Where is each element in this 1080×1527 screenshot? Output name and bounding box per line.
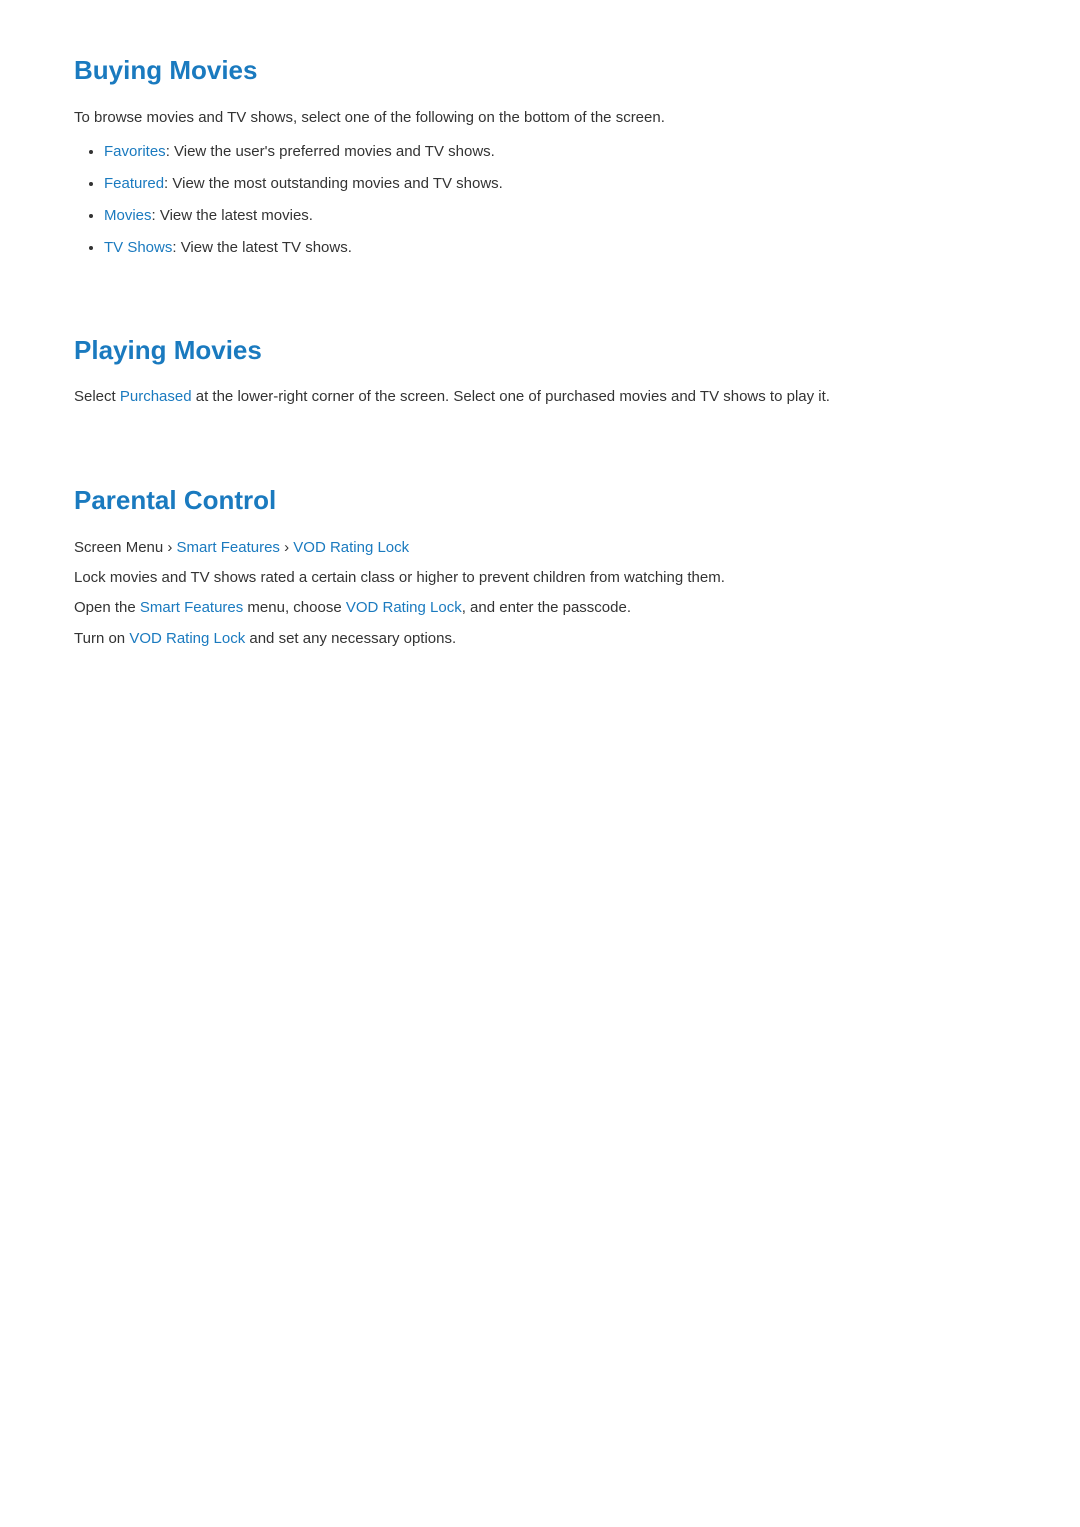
parental-line3: Turn on VOD Rating Lock and set any nece… [74, 627, 1006, 652]
tv-shows-desc: : View the latest TV shows. [172, 239, 352, 256]
line3-suffix: and set any necessary options. [245, 630, 456, 647]
featured-desc: : View the most outstanding movies and T… [164, 175, 503, 192]
playing-movies-section: Playing Movies Select Purchased at the l… [74, 330, 1006, 410]
vod-rating-lock-link[interactable]: VOD Rating Lock [346, 599, 462, 616]
breadcrumb-separator: › [280, 539, 293, 556]
line2-middle: menu, choose [243, 599, 346, 616]
line2-prefix: Open the [74, 599, 140, 616]
favorites-desc: : View the user's preferred movies and T… [166, 143, 495, 160]
breadcrumb: Screen Menu › Smart Features › VOD Ratin… [74, 536, 1006, 560]
spacer-1 [74, 300, 1006, 330]
smart-features-link[interactable]: Smart Features [140, 599, 243, 616]
breadcrumb-prefix: Screen Menu › [74, 539, 177, 556]
list-item: Movies: View the latest movies. [104, 204, 1006, 228]
buying-movies-title: Buying Movies [74, 50, 1006, 92]
buying-movies-intro: To browse movies and TV shows, select on… [74, 106, 1006, 130]
spacer-2 [74, 450, 1006, 480]
purchased-link[interactable]: Purchased [120, 388, 192, 405]
smart-features-breadcrumb-link[interactable]: Smart Features [177, 539, 280, 556]
line3-prefix: Turn on [74, 630, 129, 647]
parental-control-title: Parental Control [74, 480, 1006, 522]
vod-rating-lock-breadcrumb-link[interactable]: VOD Rating Lock [293, 539, 409, 556]
playing-movies-title: Playing Movies [74, 330, 1006, 372]
playing-movies-para: Select Purchased at the lower-right corn… [74, 385, 1006, 410]
buying-movies-section: Buying Movies To browse movies and TV sh… [74, 50, 1006, 260]
list-item: Featured: View the most outstanding movi… [104, 172, 1006, 196]
list-item: TV Shows: View the latest TV shows. [104, 236, 1006, 260]
movies-desc: : View the latest movies. [152, 207, 313, 224]
parental-control-section: Parental Control Screen Menu › Smart Fea… [74, 480, 1006, 652]
parental-line2: Open the Smart Features menu, choose VOD… [74, 596, 1006, 621]
parental-line1: Lock movies and TV shows rated a certain… [74, 566, 1006, 591]
favorites-link[interactable]: Favorites [104, 143, 166, 160]
list-item: Favorites: View the user's preferred mov… [104, 140, 1006, 164]
playing-movies-after: at the lower-right corner of the screen.… [192, 388, 830, 405]
featured-link[interactable]: Featured [104, 175, 164, 192]
line2-suffix: , and enter the passcode. [462, 599, 631, 616]
buying-movies-list: Favorites: View the user's preferred mov… [74, 140, 1006, 260]
tv-shows-link[interactable]: TV Shows [104, 239, 172, 256]
playing-movies-before: Select [74, 388, 120, 405]
movies-link[interactable]: Movies [104, 207, 152, 224]
vod-rating-lock-link2[interactable]: VOD Rating Lock [129, 630, 245, 647]
